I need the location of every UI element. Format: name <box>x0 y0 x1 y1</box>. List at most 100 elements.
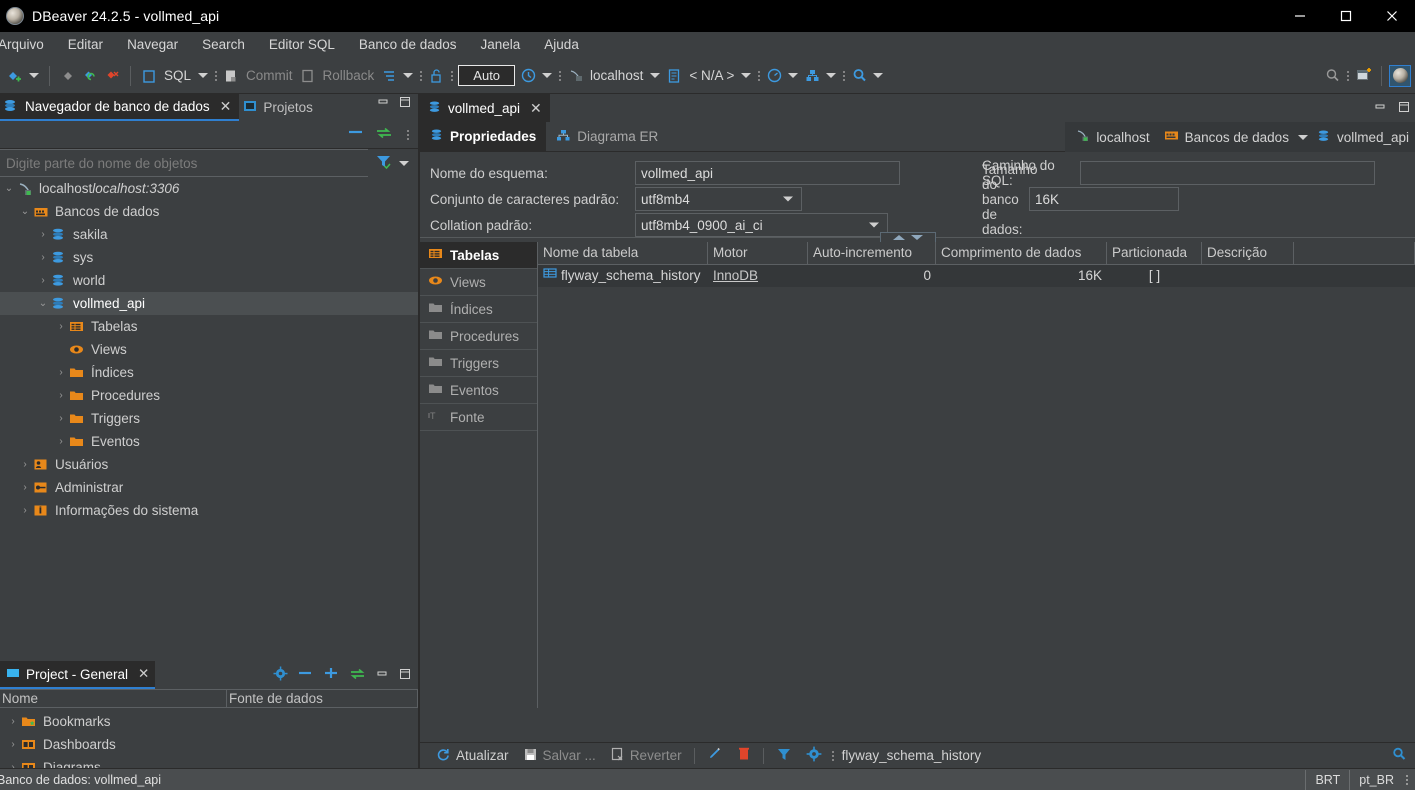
view-menu-icon[interactable] <box>829 745 838 767</box>
twisty-collapsed-icon[interactable]: › <box>6 733 20 756</box>
twisty-collapsed-icon[interactable]: › <box>36 246 50 269</box>
transaction-log-icon[interactable] <box>517 65 539 87</box>
twisty-collapsed-icon[interactable]: › <box>18 453 32 476</box>
expand-all-icon[interactable] <box>323 667 340 684</box>
twisty-collapsed-icon[interactable]: › <box>54 430 68 453</box>
chevron-down-icon[interactable] <box>911 235 923 240</box>
twisty-collapsed-icon[interactable]: › <box>18 476 32 499</box>
status-timezone[interactable]: BRT <box>1305 769 1349 790</box>
tree-item-vollmed-api[interactable]: ⌄ vollmed_api <box>0 292 418 315</box>
disconnect-all-icon[interactable] <box>101 65 123 87</box>
new-connection-dropdown-icon[interactable] <box>26 65 42 87</box>
chevron-down-icon[interactable] <box>396 152 412 174</box>
column-header-nome[interactable]: Nome <box>0 690 227 707</box>
menu-editor-sql[interactable]: Editor SQL <box>257 32 347 58</box>
tab-propriedades[interactable]: Propriedades <box>420 122 547 151</box>
grid-search-button[interactable] <box>1391 746 1415 765</box>
sql-path-field[interactable] <box>1080 161 1375 185</box>
menu-arquivo[interactable]: Arquivo <box>0 32 56 58</box>
link-with-editor-icon[interactable] <box>349 667 366 684</box>
tree-item-eventos[interactable]: › Eventos <box>0 430 418 453</box>
chevron-down-icon[interactable] <box>783 196 793 202</box>
menu-editar[interactable]: Editar <box>56 32 115 58</box>
cell-partitioned[interactable]: [ ] <box>1107 265 1202 287</box>
tree-item-triggers[interactable]: › Triggers <box>0 407 418 430</box>
search-input[interactable]: Digite parte do nome de objetos <box>0 149 368 177</box>
sidebar-item-triggers[interactable]: Triggers <box>420 350 537 377</box>
column-header-nome-da-tabela[interactable]: Nome da tabela <box>538 242 708 264</box>
tree-item-indices[interactable]: › Índices <box>0 361 418 384</box>
dashboard-dropdown-icon[interactable] <box>785 65 801 87</box>
link-with-editor-icon[interactable] <box>375 126 393 143</box>
chevron-down-icon[interactable] <box>1297 134 1308 140</box>
new-connection-icon[interactable] <box>4 65 26 87</box>
find-dropdown-icon[interactable] <box>870 65 886 87</box>
tab-database-navigator[interactable]: Navegador de banco de dados ✕ <box>0 94 240 121</box>
maximize-panel-icon[interactable] <box>398 95 412 112</box>
gear-icon[interactable] <box>273 666 288 684</box>
filter-button[interactable] <box>769 746 799 765</box>
minimize-panel-icon[interactable] <box>376 95 390 112</box>
refresh-connection-icon[interactable] <box>79 65 101 87</box>
avatar-icon[interactable] <box>1389 64 1411 87</box>
dashboard-icon[interactable] <box>763 65 785 87</box>
disconnect-icon[interactable] <box>57 65 79 87</box>
column-header-comprimento-de-dados[interactable]: Comprimento de dados <box>936 242 1107 264</box>
tree-item-bancos-de-dados[interactable]: ⌄ Bancos de dados <box>0 200 418 223</box>
chevron-up-icon[interactable] <box>893 235 905 240</box>
sidebar-item-tabelas[interactable]: Tabelas <box>420 242 537 269</box>
twisty-collapsed-icon[interactable]: › <box>54 407 68 430</box>
tree-item-procedures[interactable]: › Procedures <box>0 384 418 407</box>
tree-item-usuarios[interactable]: › Usuários <box>0 453 418 476</box>
sql-editor-icon[interactable] <box>138 65 160 87</box>
sql-editor-dropdown-icon[interactable] <box>195 65 211 87</box>
commit-label[interactable]: Commit <box>242 68 297 83</box>
find-icon[interactable] <box>848 65 870 87</box>
column-header-particionada[interactable]: Particionada <box>1107 242 1202 264</box>
menu-search[interactable]: Search <box>190 32 257 58</box>
settings-button[interactable] <box>799 746 829 765</box>
new-window-icon[interactable] <box>1352 65 1374 87</box>
database-tree[interactable]: ⌄ localhost localhost:3306 ⌄ Bancos de d… <box>0 177 418 567</box>
transaction-mode-value[interactable]: Auto <box>458 65 516 86</box>
tab-projetos[interactable]: Projetos <box>239 94 321 121</box>
maximize-panel-icon[interactable] <box>1397 100 1411 117</box>
minimize-panel-icon[interactable] <box>375 667 389 684</box>
tables-grid[interactable]: Nome da tabela Motor Auto-incremento Com… <box>538 242 1415 708</box>
close-icon[interactable]: ✕ <box>220 98 232 115</box>
list-item[interactable]: › Bookmarks <box>0 710 418 733</box>
transaction-log-dropdown-icon[interactable] <box>539 65 555 87</box>
delete-button[interactable] <box>730 746 758 765</box>
twisty-collapsed-icon[interactable]: › <box>54 384 68 407</box>
table-tools-dropdown-icon[interactable] <box>823 65 839 87</box>
collapse-all-icon[interactable] <box>347 126 365 143</box>
status-locale[interactable]: pt_BR <box>1349 769 1403 790</box>
menu-banco-de-dados[interactable]: Banco de dados <box>347 32 469 58</box>
tree-item-informacoes-do-sistema[interactable]: › Informações do sistema <box>0 499 418 522</box>
schema-name[interactable]: < N/A > <box>685 68 738 83</box>
tree-item-tabelas[interactable]: › Tabelas <box>0 315 418 338</box>
menu-navegar[interactable]: Navegar <box>115 32 190 58</box>
cell-engine[interactable]: InnoDB <box>708 265 808 287</box>
tab-vollmed-api[interactable]: vollmed_api ✕ <box>420 94 550 122</box>
breadcrumb-item-localhost[interactable]: localhost <box>1096 130 1149 145</box>
column-header-fonte-de-dados[interactable]: Fonte de dados <box>227 690 418 707</box>
cell-auto-increment[interactable]: 0 <box>808 265 936 287</box>
tree-item-sys[interactable]: › sys <box>0 246 418 269</box>
tree-item-world[interactable]: › world <box>0 269 418 292</box>
sidebar-item-eventos[interactable]: Eventos <box>420 377 537 404</box>
tree-item-views[interactable]: Views <box>0 338 418 361</box>
twisty-collapsed-icon[interactable]: › <box>36 269 50 292</box>
twisty-collapsed-icon[interactable]: › <box>36 223 50 246</box>
close-icon[interactable] <box>1369 0 1415 32</box>
unlock-icon[interactable] <box>425 65 447 87</box>
tree-item-localhost[interactable]: ⌄ localhost localhost:3306 <box>0 177 418 200</box>
tree-item-sakila[interactable]: › sakila <box>0 223 418 246</box>
list-item[interactable]: › Dashboards <box>0 733 418 756</box>
minimize-panel-icon[interactable] <box>1373 100 1387 117</box>
menu-janela[interactable]: Janela <box>469 32 533 58</box>
tab-diagrama-er[interactable]: Diagrama ER <box>546 122 668 151</box>
tree-item-administrar[interactable]: › Administrar <box>0 476 418 499</box>
charset-select[interactable]: utf8mb4 <box>635 187 802 211</box>
sidebar-item-indices[interactable]: Índices <box>420 296 537 323</box>
